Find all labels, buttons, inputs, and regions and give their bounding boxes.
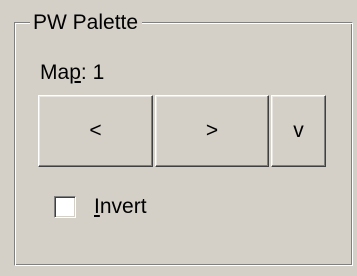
map-label-suffix: : — [80, 61, 87, 84]
invert-checkbox[interactable] — [54, 196, 76, 218]
groupbox-title: PW Palette — [30, 11, 143, 35]
previous-map-button[interactable]: < — [38, 95, 153, 167]
map-dropdown-button[interactable]: v — [271, 95, 326, 167]
map-label-prefix: Ma — [40, 61, 70, 84]
previous-button-label: < — [89, 119, 102, 142]
next-button-label: > — [205, 119, 219, 142]
map-value: 1 — [92, 61, 105, 84]
invert-label[interactable]: Invert — [94, 195, 147, 219]
map-label-accelerator: p — [69, 61, 81, 84]
map-label: Map: 1 — [40, 61, 104, 85]
next-map-button[interactable]: > — [155, 95, 269, 167]
invert-label-rest: nvert — [99, 195, 147, 218]
dropdown-button-label: v — [293, 119, 304, 142]
